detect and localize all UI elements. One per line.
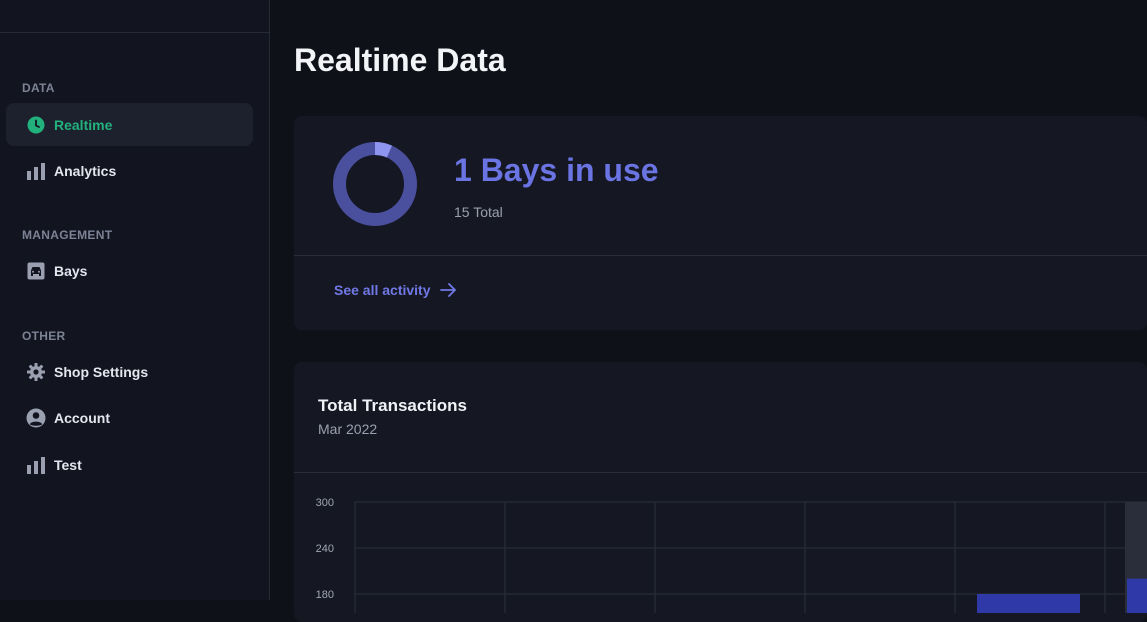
sidebar-item-analytics[interactable]: Analytics xyxy=(6,149,253,192)
sidebar: DATA Realtime Analytics MANAGEMENT Bays … xyxy=(0,0,270,600)
gear-icon xyxy=(26,362,46,382)
transactions-title: Total Transactions xyxy=(318,396,467,415)
sidebar-item-account[interactable]: Account xyxy=(6,396,253,439)
y-tick-label: 180 xyxy=(316,589,334,601)
transactions-period: Mar 2022 xyxy=(318,421,378,437)
transactions-bar-chart: 300 240 180 xyxy=(316,497,1147,613)
bays-donut-chart xyxy=(333,142,417,226)
car-icon xyxy=(26,261,46,281)
see-all-activity-link[interactable]: See all activity xyxy=(334,282,457,298)
sidebar-item-label: Shop Settings xyxy=(54,363,149,380)
sidebar-item-label: Bays xyxy=(54,262,88,279)
sidebar-item-shop-settings[interactable]: Shop Settings xyxy=(6,350,253,393)
sidebar-item-label: Analytics xyxy=(54,162,117,179)
bays-total: 15 Total xyxy=(454,204,503,220)
main-content: Realtime Data 1 Bays in use 15 Total See… xyxy=(270,0,1147,622)
card-divider xyxy=(294,255,1147,256)
chart-bar xyxy=(977,594,1080,613)
section-label-data: DATA xyxy=(22,81,55,95)
y-tick-label: 300 xyxy=(316,497,334,509)
sidebar-divider xyxy=(0,32,269,33)
y-tick-label: 240 xyxy=(316,543,334,555)
transactions-card: Total Transactions Mar 2022 300 240 180 xyxy=(294,362,1147,622)
arrow-right-icon xyxy=(439,283,457,297)
bar-chart-icon xyxy=(26,161,46,181)
clock-icon xyxy=(26,115,46,135)
bays-card: 1 Bays in use 15 Total See all activity xyxy=(294,116,1147,330)
see-all-activity-label: See all activity xyxy=(334,282,431,298)
sidebar-item-label: Realtime xyxy=(54,116,113,133)
section-label-management: MANAGEMENT xyxy=(22,228,113,242)
sidebar-item-test[interactable]: Test xyxy=(6,443,253,486)
page-title: Realtime Data xyxy=(294,42,506,78)
sidebar-item-label: Test xyxy=(54,456,82,473)
bays-in-use-headline: 1 Bays in use xyxy=(454,152,659,188)
sidebar-item-bays[interactable]: Bays xyxy=(6,249,253,292)
sidebar-item-label: Account xyxy=(54,409,110,426)
sidebar-item-realtime[interactable]: Realtime xyxy=(6,103,253,146)
chart-bar xyxy=(1127,578,1147,613)
bar-chart-icon xyxy=(26,455,46,475)
user-circle-icon xyxy=(26,408,46,428)
section-label-other: OTHER xyxy=(22,329,66,343)
